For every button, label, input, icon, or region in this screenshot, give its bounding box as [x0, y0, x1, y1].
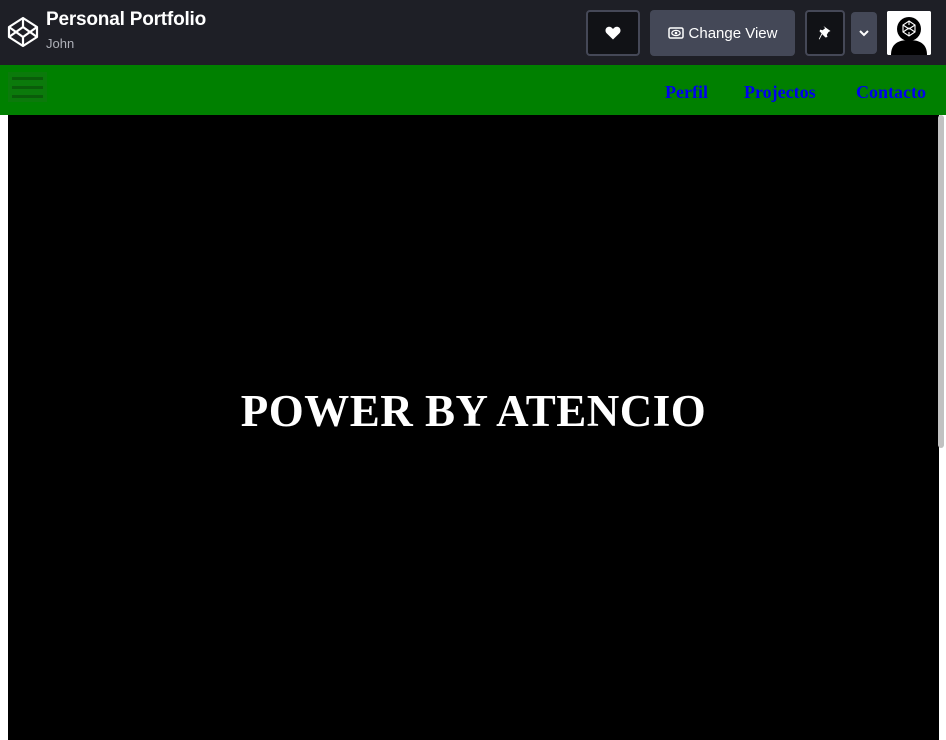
nav-link-projectos[interactable]: Projectos — [744, 82, 816, 103]
avatar-icon — [887, 11, 931, 55]
chevron-down-icon — [859, 29, 869, 36]
heart-button[interactable] — [586, 10, 640, 56]
nav-link-perfil[interactable]: Perfil — [665, 82, 708, 103]
pin-button[interactable] — [805, 10, 845, 56]
heart-icon — [605, 26, 621, 40]
more-options-button[interactable] — [851, 12, 877, 54]
change-view-label: Change View — [688, 24, 778, 42]
pen-title[interactable]: Personal Portfolio — [46, 9, 206, 31]
pen-preview: Perfil Projectos Contacto POWER BY ATENC… — [0, 65, 946, 740]
eye-icon — [667, 27, 684, 39]
site-navbar: Perfil Projectos Contacto — [0, 65, 946, 115]
pin-icon — [818, 26, 831, 40]
nav-link-contacto[interactable]: Contacto — [856, 82, 926, 103]
codepen-logo-icon[interactable] — [6, 15, 40, 49]
pen-author[interactable]: John — [46, 36, 74, 51]
change-view-button[interactable]: Change View — [650, 10, 795, 56]
user-avatar[interactable] — [887, 11, 931, 55]
hero-heading: POWER BY ATENCIO — [240, 386, 707, 436]
hamburger-menu-icon[interactable] — [8, 72, 47, 102]
scrollbar-thumb[interactable] — [938, 115, 944, 448]
codepen-header: Personal Portfolio John Change View — [0, 0, 946, 65]
hero-section: POWER BY ATENCIO — [8, 115, 939, 740]
